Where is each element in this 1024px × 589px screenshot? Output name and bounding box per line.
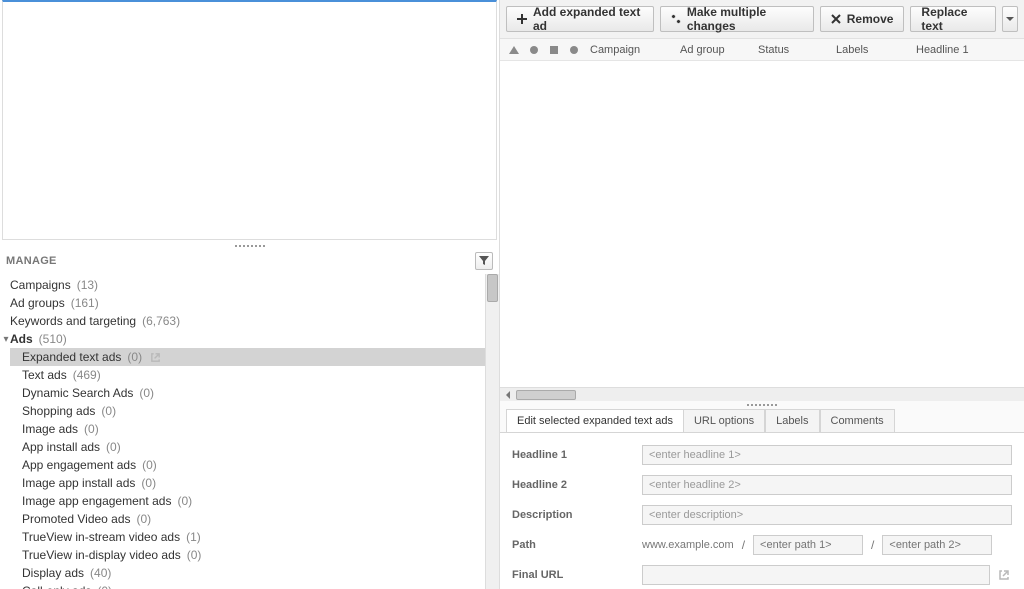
column-stop-icon[interactable] xyxy=(544,46,564,54)
label-final-url: Final URL xyxy=(512,569,642,581)
path-sep-1: / xyxy=(742,538,745,552)
tab-url-options[interactable]: URL options xyxy=(683,409,765,432)
add-expanded-text-ad-button[interactable]: Add expanded text ad xyxy=(506,6,654,32)
tree-row-app-install[interactable]: App install ads (0) xyxy=(10,438,499,456)
label-description: Description xyxy=(512,509,642,521)
editor-tabs: Edit selected expanded text ads URL opti… xyxy=(500,409,1024,432)
scrollbar-thumb[interactable] xyxy=(487,274,498,302)
tree-row-trueview-instream[interactable]: TrueView in-stream video ads (1) xyxy=(10,528,499,546)
remove-button[interactable]: Remove xyxy=(820,6,905,32)
grid-body xyxy=(500,61,1024,387)
scrollbar-thumb[interactable] xyxy=(516,390,576,400)
description-input[interactable] xyxy=(642,505,1012,525)
tree-row-promoted-video[interactable]: Promoted Video ads (0) xyxy=(10,510,499,528)
tree-row-text-ads[interactable]: Text ads (469) xyxy=(10,366,499,384)
headline1-input[interactable] xyxy=(642,445,1012,465)
tree-row-keywords[interactable]: Keywords and targeting (6,763) xyxy=(10,312,499,330)
tree-row-image-app-engagement[interactable]: Image app engagement ads (0) xyxy=(10,492,499,510)
vertical-resizer[interactable] xyxy=(500,401,1024,409)
col-status[interactable]: Status xyxy=(752,44,830,56)
toolbar: Add expanded text ad Make multiple chang… xyxy=(500,0,1024,39)
editor-panel: Headline 1 Headline 2 Description Path w… xyxy=(500,432,1024,589)
tree-row-adgroups[interactable]: Ad groups (161) xyxy=(10,294,499,312)
chevron-down-icon: ▾ xyxy=(2,334,10,345)
tree-row-callonly[interactable]: Call-only ads (0) xyxy=(10,582,499,589)
tree-row-trueview-indisplay[interactable]: TrueView in-display video ads (0) xyxy=(10,546,499,564)
column-status-dot-icon[interactable] xyxy=(524,46,544,54)
make-multiple-changes-button[interactable]: Make multiple changes xyxy=(660,6,814,32)
tab-labels[interactable]: Labels xyxy=(765,409,819,432)
path1-input[interactable] xyxy=(753,535,863,555)
multi-plus-icon xyxy=(671,14,681,24)
column-warning-icon[interactable] xyxy=(504,46,524,54)
column-dot2-icon[interactable] xyxy=(564,46,584,54)
tree-row-ads[interactable]: ▾ Ads (510) xyxy=(10,330,499,348)
external-link-icon xyxy=(150,352,161,363)
tab-edit-selected[interactable]: Edit selected expanded text ads xyxy=(506,409,683,432)
scroll-left-icon[interactable] xyxy=(502,389,514,401)
col-campaign[interactable]: Campaign xyxy=(584,44,674,56)
manage-tree[interactable]: Campaigns (13) Ad groups (161) Keywords … xyxy=(0,274,499,589)
tree-scrollbar[interactable] xyxy=(485,274,499,589)
final-url-input[interactable] xyxy=(642,565,990,585)
close-icon xyxy=(831,14,841,24)
tree-row-image-app-install[interactable]: Image app install ads (0) xyxy=(10,474,499,492)
col-headline1[interactable]: Headline 1 xyxy=(910,44,1024,56)
label-path: Path xyxy=(512,539,642,551)
tree-row-expanded-text-ads[interactable]: Expanded text ads (0) xyxy=(10,348,499,366)
grid-header: Campaign Ad group Status Labels Headline… xyxy=(500,39,1024,61)
manage-section-title: MANAGE xyxy=(6,255,57,267)
tree-row-image[interactable]: Image ads (0) xyxy=(10,420,499,438)
col-adgroup[interactable]: Ad group xyxy=(674,44,752,56)
tree-row-dsa[interactable]: Dynamic Search Ads (0) xyxy=(10,384,499,402)
plus-icon xyxy=(517,14,527,24)
label-headline1: Headline 1 xyxy=(512,449,642,461)
open-url-icon[interactable] xyxy=(996,569,1012,581)
path2-input[interactable] xyxy=(882,535,992,555)
tab-comments[interactable]: Comments xyxy=(820,409,895,432)
filter-button[interactable] xyxy=(475,252,493,270)
tree-row-campaigns[interactable]: Campaigns (13) xyxy=(10,276,499,294)
path-sep-2: / xyxy=(871,538,874,552)
tree-row-display[interactable]: Display ads (40) xyxy=(10,564,499,582)
tree-row-app-engagement[interactable]: App engagement ads (0) xyxy=(10,456,499,474)
col-labels[interactable]: Labels xyxy=(830,44,910,56)
grid-horizontal-scrollbar[interactable] xyxy=(500,387,1024,401)
replace-text-button[interactable]: Replace text xyxy=(910,6,995,32)
path-base: www.example.com xyxy=(642,539,734,551)
label-headline2: Headline 2 xyxy=(512,479,642,491)
tree-row-shopping[interactable]: Shopping ads (0) xyxy=(10,402,499,420)
workspace-panel xyxy=(2,0,497,240)
replace-text-dropdown[interactable] xyxy=(1002,6,1018,32)
headline2-input[interactable] xyxy=(642,475,1012,495)
